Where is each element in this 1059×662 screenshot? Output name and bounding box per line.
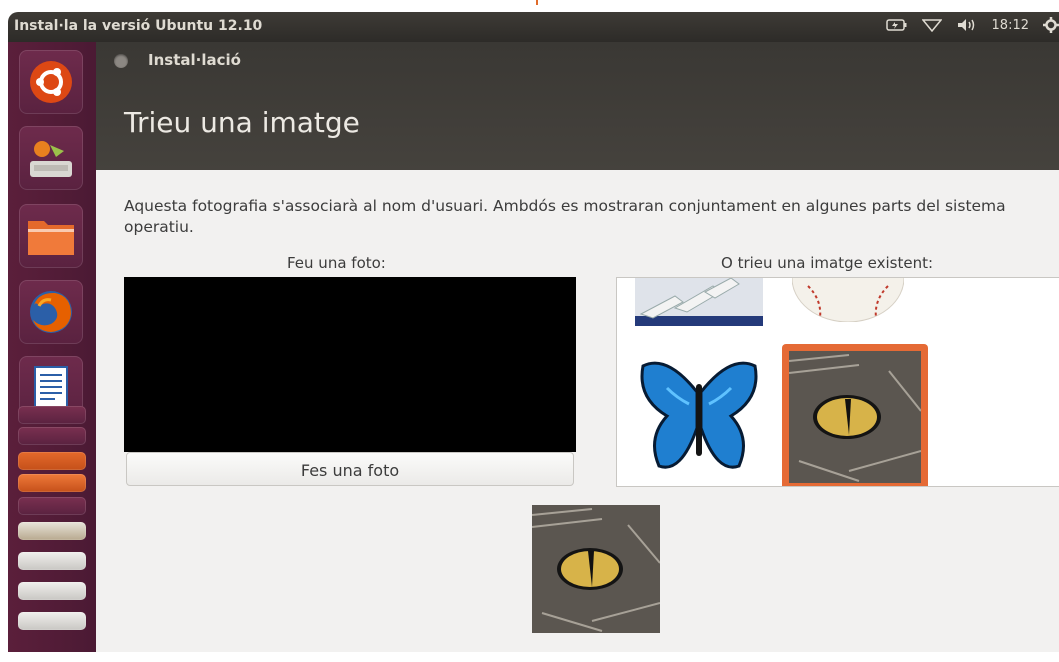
indicator-area: 18:12 [885,17,1059,33]
top-panel: Instal·la la versió Ubuntu 12.10 18:12 [8,12,1059,42]
existing-image-label: O trieu una imatge existent: [721,254,934,272]
selected-image-preview [531,505,661,633]
description-text: Aquesta fotografia s'associarà al nom d'… [124,197,1006,236]
webcam-preview [124,277,576,452]
window-title: Instal·lació [148,51,241,69]
launcher-app-icon[interactable] [18,552,86,570]
screen-bottom-edge [0,652,1059,662]
window-close-button[interactable] [114,54,128,68]
image-thumb-butterfly[interactable] [637,358,761,476]
launcher [8,42,97,652]
workspace-switcher-icon[interactable] [18,522,86,540]
launcher-app-icon[interactable] [18,582,86,600]
app-title: Instal·la la versió Ubuntu 12.10 [14,18,263,34]
launcher-app-icon[interactable] [18,474,86,492]
network-icon[interactable] [921,18,942,32]
clock[interactable]: 18:12 [992,18,1029,33]
libreoffice-impress-icon[interactable] [18,427,86,445]
files-folder-icon[interactable] [19,204,83,268]
firefox-icon[interactable] [19,280,83,344]
take-photo-button[interactable]: Fes una foto [126,452,574,486]
page-title: Trieu una imatge [124,106,360,139]
image-chooser-grid [616,277,1059,487]
battery-icon[interactable] [885,18,908,32]
trash-icon[interactable] [18,612,86,630]
window-header: Instal·lació Trieu una imatge [96,42,1059,170]
image-thumb-astronaut[interactable] [635,278,763,326]
launcher-app-icon[interactable] [18,497,86,515]
image-thumb-cat-eye[interactable] [788,351,922,483]
software-center-icon[interactable] [18,452,86,470]
image-thumb-baseball[interactable] [791,278,905,323]
ubuntu-dash-icon[interactable] [19,50,83,114]
panel-position-mark [536,0,538,5]
take-photo-label: Feu una foto: [287,254,386,272]
volume-icon[interactable] [956,18,978,32]
libreoffice-calc-icon[interactable] [18,406,86,424]
session-gear-icon[interactable] [1043,17,1059,33]
main-content: Aquesta fotografia s'associarà al nom d'… [96,170,1059,652]
installer-icon[interactable] [19,126,83,190]
